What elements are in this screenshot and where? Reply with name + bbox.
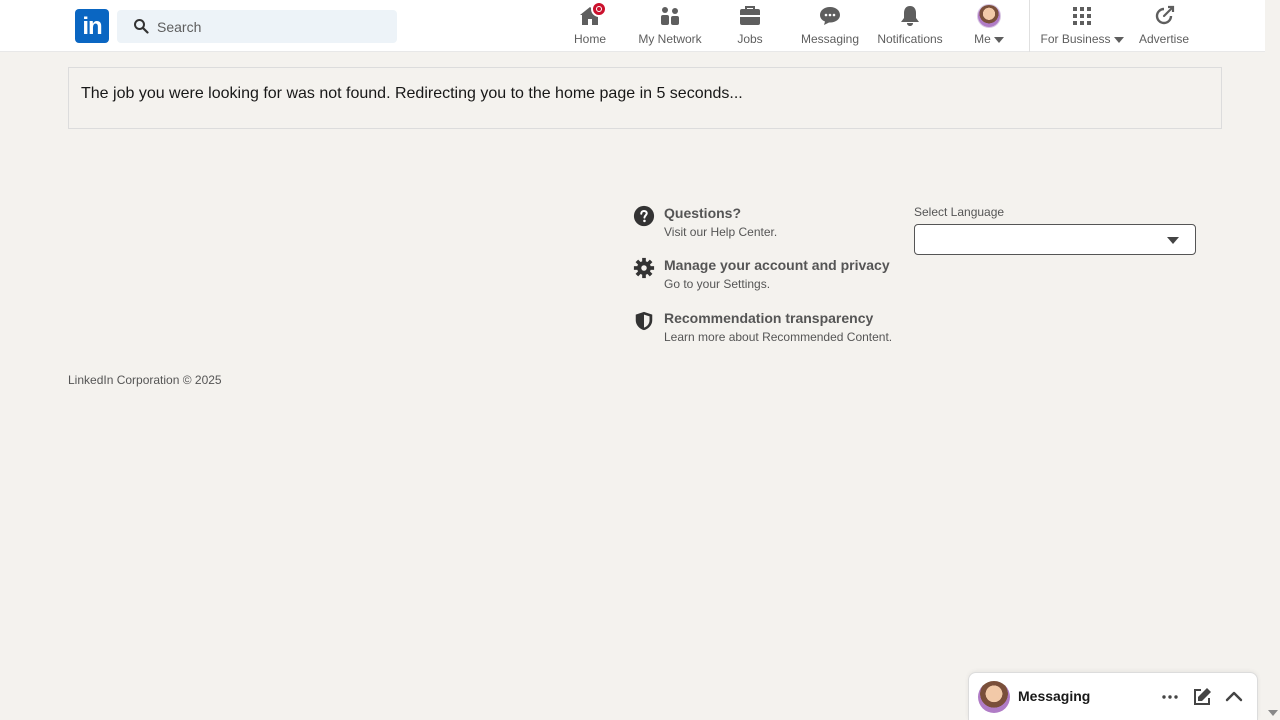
footer-link-title[interactable]: Questions? [664,205,741,221]
chevron-down-icon [1167,237,1179,244]
footer-link-subtitle: Visit our Help Center. [664,225,778,239]
nav-jobs[interactable]: Jobs [737,4,763,50]
question-icon [633,205,655,227]
top-navigation-bar: in Home My Network [0,0,1265,52]
footer-link-title[interactable]: Manage your account and privacy [664,257,890,273]
chevron-down-icon [1113,36,1124,43]
nav-notifications-label: Notifications [877,32,943,46]
scroll-down-arrow-icon[interactable] [1268,710,1278,716]
nav-home-label: Home [573,32,606,46]
messaging-dock[interactable]: Messaging [968,672,1258,720]
copyright-text: LinkedIn Corporation © 2025 [68,373,222,387]
messaging-dock-label[interactable]: Messaging [1018,688,1090,704]
search-input[interactable] [157,10,387,43]
more-options-icon[interactable] [1158,685,1182,709]
nav-divider [1029,0,1030,52]
nav-advertise-label: Advertise [1138,32,1190,46]
chat-bubble-icon [818,4,842,28]
footer-link-subtitle: Learn more about Recommended Content. [664,330,893,344]
nav-my-network-label: My Network [638,32,702,46]
language-select[interactable] [914,224,1196,255]
shield-icon [635,311,653,331]
nav-advertise[interactable]: Advertise [1138,4,1190,50]
notification-badge [591,1,607,17]
page-scrollbar[interactable] [1265,0,1280,720]
nav-for-business-label: For Business [1040,32,1124,46]
nav-me-label: Me [974,32,1004,46]
compose-icon[interactable] [1190,685,1214,709]
nav-home[interactable]: Home [573,1,607,50]
notice-text: The job you were looking for was not fou… [81,85,743,102]
advertise-icon [1152,4,1176,28]
avatar [977,4,1001,28]
nav-jobs-label: Jobs [737,32,763,46]
search-icon [134,19,149,34]
footer-link-subtitle: Go to your Settings. [664,277,771,291]
gear-icon [633,257,655,279]
briefcase-icon [738,4,762,28]
nav-notifications[interactable]: Notifications [876,4,944,50]
bell-icon [898,4,922,28]
chevron-down-icon [993,36,1004,43]
nav-messaging-label: Messaging [800,32,860,46]
job-not-found-notice: The job you were looking for was not fou… [68,67,1222,129]
linkedin-logo[interactable]: in [75,9,109,43]
language-label: Select Language [914,205,1005,219]
search-box[interactable] [117,10,397,43]
footer-link-title[interactable]: Recommendation transparency [664,310,873,326]
nav-messaging[interactable]: Messaging [800,4,860,50]
nav-me[interactable]: Me [972,4,1006,50]
people-icon [658,4,682,28]
avatar [978,681,1010,713]
grid-icon [1070,4,1094,28]
nav-for-business[interactable]: For Business [1040,4,1124,50]
chevron-up-icon[interactable] [1222,685,1246,709]
nav-my-network[interactable]: My Network [636,4,704,50]
home-icon [578,1,607,28]
